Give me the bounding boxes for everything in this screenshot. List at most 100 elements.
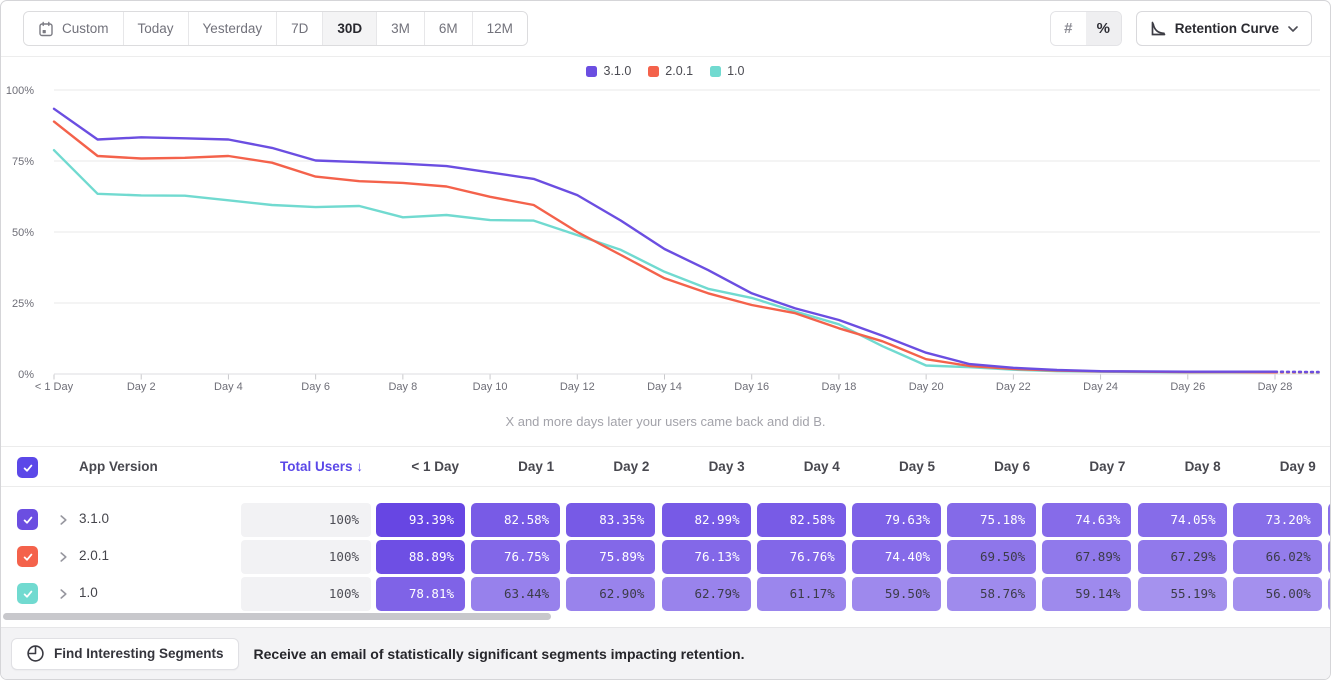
chart-type-dropdown[interactable]: Retention Curve bbox=[1136, 11, 1312, 46]
retention-cell[interactable]: 63.44% bbox=[471, 577, 560, 611]
retention-cell[interactable]: 82.58% bbox=[757, 503, 846, 537]
select-all-checkbox[interactable] bbox=[17, 457, 38, 478]
retention-cell[interactable]: 56.00% bbox=[1233, 577, 1322, 611]
date-range-12m[interactable]: 12M bbox=[472, 12, 527, 45]
retention-cell[interactable]: 78.81% bbox=[376, 577, 465, 611]
x-axis-label: Day 24 bbox=[1083, 381, 1118, 393]
date-range-3m[interactable]: 3M bbox=[376, 12, 424, 45]
retention-cell[interactable]: 76.75% bbox=[471, 540, 560, 574]
legend-item[interactable]: 1.0 bbox=[710, 64, 744, 78]
check-icon bbox=[22, 462, 34, 474]
date-range-label: Yesterday bbox=[203, 21, 263, 36]
column-header-app-version: App Version bbox=[79, 447, 158, 487]
row-checkbox[interactable] bbox=[17, 509, 38, 530]
table-body: 3.1.0100%93.39%82.58%83.35%82.99%82.58%7… bbox=[1, 487, 1330, 611]
y-axis-label: 25% bbox=[12, 298, 34, 310]
x-axis-label: Day 28 bbox=[1258, 381, 1293, 393]
legend-label: 1.0 bbox=[727, 64, 744, 78]
x-axis-label: Day 12 bbox=[560, 381, 595, 393]
retention-cell[interactable]: 62.79% bbox=[662, 577, 751, 611]
retention-cell[interactable]: 74.05% bbox=[1138, 503, 1227, 537]
retention-table: App Version Total Users ↓ < 1 DayDay 1Da… bbox=[1, 447, 1330, 627]
expand-chevron-icon[interactable] bbox=[59, 514, 68, 526]
retention-cell[interactable]: 74.63% bbox=[1042, 503, 1131, 537]
retention-cell[interactable]: 93.39% bbox=[376, 503, 465, 537]
date-range-6m[interactable]: 6M bbox=[424, 12, 472, 45]
expand-chevron-icon[interactable] bbox=[59, 551, 68, 563]
retention-cell-clipped[interactable] bbox=[1328, 577, 1330, 611]
find-interesting-segments-button[interactable]: Find Interesting Segments bbox=[11, 638, 239, 670]
retention-cell-clipped[interactable] bbox=[1328, 503, 1330, 537]
x-axis-label: Day 20 bbox=[909, 381, 944, 393]
retention-cell[interactable]: 76.13% bbox=[662, 540, 751, 574]
retention-cell[interactable]: 73.20% bbox=[1233, 503, 1322, 537]
row-checkbox[interactable] bbox=[17, 583, 38, 604]
series-line-2.0.1[interactable] bbox=[54, 122, 1275, 373]
app-version-label: 3.1.0 bbox=[79, 511, 109, 526]
value-mode-toggle: # % bbox=[1050, 11, 1122, 46]
row-checkbox[interactable] bbox=[17, 546, 38, 567]
retention-cell[interactable]: 82.58% bbox=[471, 503, 560, 537]
retention-cell[interactable]: 75.89% bbox=[566, 540, 655, 574]
total-users-cell: 100% bbox=[241, 540, 371, 574]
chart-legend: 3.1.0 2.0.1 1.0 bbox=[1, 64, 1330, 78]
x-axis-label: < 1 Day bbox=[35, 381, 74, 393]
x-axis-label: Day 26 bbox=[1170, 381, 1205, 393]
column-header-day: Day 5 bbox=[852, 447, 935, 487]
y-axis-label: 100% bbox=[6, 85, 34, 97]
retention-cell[interactable]: 58.76% bbox=[947, 577, 1036, 611]
hash-icon: # bbox=[1064, 20, 1072, 37]
expand-chevron-icon[interactable] bbox=[59, 588, 68, 600]
table-row: 3.1.0100%93.39%82.58%83.35%82.99%82.58%7… bbox=[1, 503, 1330, 537]
retention-cell[interactable]: 59.14% bbox=[1042, 577, 1131, 611]
retention-cell[interactable]: 67.29% bbox=[1138, 540, 1227, 574]
app-version-label: 1.0 bbox=[79, 585, 98, 600]
date-range-today[interactable]: Today bbox=[123, 12, 188, 45]
date-range-7d[interactable]: 7D bbox=[276, 12, 322, 45]
column-header-day: Day 7 bbox=[1042, 447, 1125, 487]
retention-cell[interactable]: 55.19% bbox=[1138, 577, 1227, 611]
retention-cell-clipped[interactable] bbox=[1328, 540, 1330, 574]
series-line-1.0[interactable] bbox=[54, 150, 1275, 372]
retention-cell[interactable]: 66.02% bbox=[1233, 540, 1322, 574]
x-axis-label: Day 6 bbox=[301, 381, 330, 393]
retention-cell[interactable]: 88.89% bbox=[376, 540, 465, 574]
number-mode-button[interactable]: # bbox=[1051, 12, 1086, 45]
date-range-custom[interactable]: Custom bbox=[24, 12, 123, 45]
retention-cell[interactable]: 79.63% bbox=[852, 503, 941, 537]
date-range-label: 6M bbox=[439, 21, 458, 36]
horizontal-scrollbar[interactable] bbox=[3, 613, 551, 620]
retention-cell[interactable]: 74.40% bbox=[852, 540, 941, 574]
retention-cell[interactable]: 59.50% bbox=[852, 577, 941, 611]
retention-cell[interactable]: 83.35% bbox=[566, 503, 655, 537]
column-header-day: Day 4 bbox=[757, 447, 840, 487]
percent-mode-button[interactable]: % bbox=[1086, 12, 1121, 45]
column-header-total-users[interactable]: Total Users ↓ bbox=[241, 447, 363, 487]
legend-item[interactable]: 2.0.1 bbox=[648, 64, 693, 78]
segment-pie-icon bbox=[26, 644, 45, 663]
retention-chart[interactable]: 0%25%50%75%100%< 1 DayDay 2Day 4Day 6Day… bbox=[1, 85, 1331, 407]
sort-descending-icon: ↓ bbox=[356, 459, 363, 474]
column-header-day: < 1 Day bbox=[376, 447, 459, 487]
series-line-3.1.0[interactable] bbox=[54, 109, 1275, 372]
table-header: App Version Total Users ↓ < 1 DayDay 1Da… bbox=[1, 447, 1330, 487]
footer-bar: Find Interesting Segments Receive an ema… bbox=[1, 627, 1330, 679]
date-range-label: 30D bbox=[337, 21, 362, 36]
retention-cell[interactable]: 76.76% bbox=[757, 540, 846, 574]
total-users-cell: 100% bbox=[241, 503, 371, 537]
legend-swatch bbox=[586, 66, 597, 77]
retention-cell[interactable]: 75.18% bbox=[947, 503, 1036, 537]
retention-cell[interactable]: 82.99% bbox=[662, 503, 751, 537]
retention-cell[interactable]: 67.89% bbox=[1042, 540, 1131, 574]
x-axis-label: Day 4 bbox=[214, 381, 243, 393]
x-axis-label: Day 22 bbox=[996, 381, 1031, 393]
date-range-30d[interactable]: 30D bbox=[322, 12, 376, 45]
retention-cell[interactable]: 62.90% bbox=[566, 577, 655, 611]
retention-cell[interactable]: 69.50% bbox=[947, 540, 1036, 574]
date-range-yesterday[interactable]: Yesterday bbox=[188, 12, 277, 45]
segments-button-label: Find Interesting Segments bbox=[54, 646, 224, 661]
retention-cell[interactable]: 61.17% bbox=[757, 577, 846, 611]
legend-item[interactable]: 3.1.0 bbox=[586, 64, 631, 78]
x-axis-label: Day 14 bbox=[647, 381, 682, 393]
calendar-icon bbox=[38, 21, 54, 37]
